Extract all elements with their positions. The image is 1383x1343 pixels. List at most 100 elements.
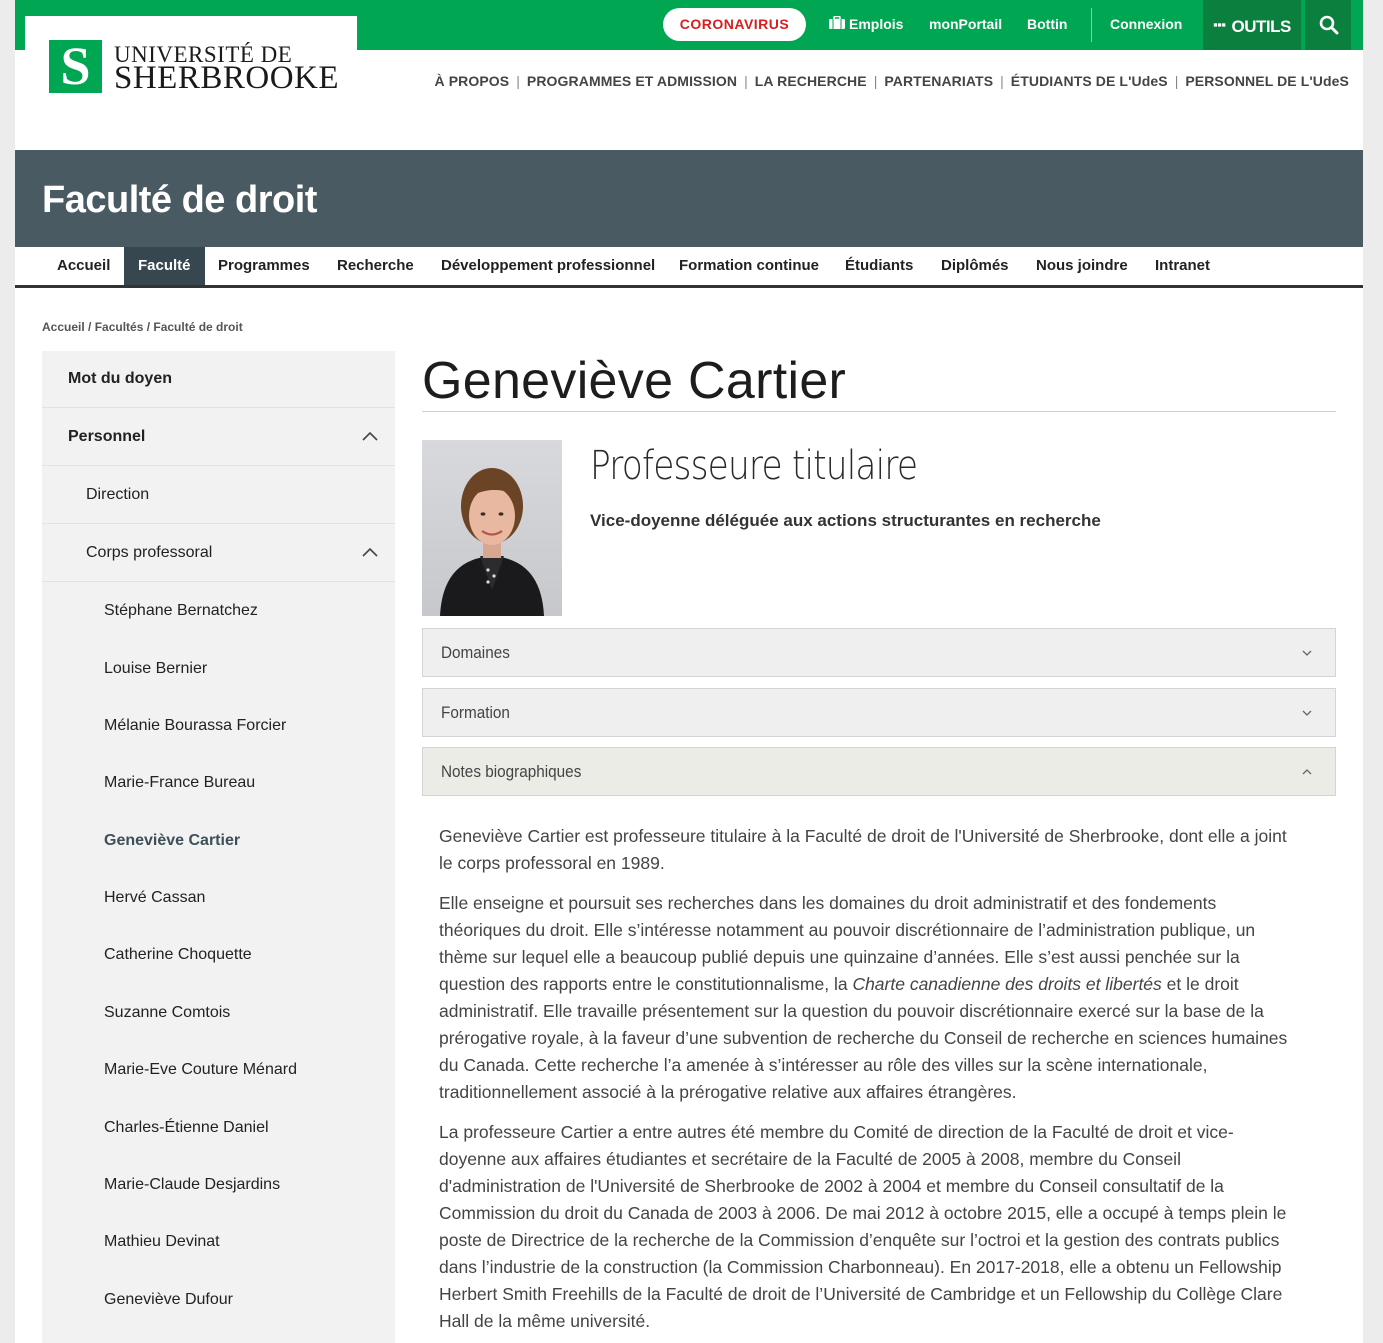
- biography-text: Geneviève Cartier est professeure titula…: [439, 823, 1299, 1343]
- sidebar-item-label: Louise Bernier: [104, 660, 208, 677]
- faculty-nav-accueil[interactable]: Accueil: [43, 247, 124, 285]
- nav-separator: |: [1000, 73, 1004, 89]
- sidebar-item-label: Suzanne Comtois: [104, 1004, 231, 1021]
- accordion-formation[interactable]: Formation: [422, 688, 1336, 737]
- charter-title: Charte canadienne des droits et libertés: [852, 974, 1162, 994]
- sidebar-item-personnel[interactable]: Personnel: [42, 409, 395, 466]
- faculty-nav-formation-continue[interactable]: Formation continue: [665, 247, 833, 285]
- sidebar-item-label: Charles-Étienne Daniel: [104, 1119, 269, 1136]
- sidebar-item-mot-du-doyen[interactable]: Mot du doyen: [42, 351, 395, 408]
- page-title: Geneviève Cartier: [422, 352, 847, 410]
- profile-role: Professeure titulaire: [590, 443, 918, 489]
- sidebar-item-label: Mathieu Devinat: [104, 1233, 220, 1250]
- faculty-nav-intranet[interactable]: Intranet: [1141, 247, 1224, 285]
- sidebar-item-professor[interactable]: Marie-France Bureau: [42, 755, 395, 812]
- sidebar-item-label: Direction: [86, 486, 150, 503]
- sidebar-item-label: Catherine Choquette: [104, 946, 252, 963]
- page: CORONAVIRUS Emplois monPortail Bottin Co…: [15, 0, 1363, 1343]
- breadcrumb[interactable]: Accueil / Facultés / Faculté de droit: [42, 320, 243, 334]
- university-logo[interactable]: S UNIVERSITÉ DE SHERBROOKE: [25, 16, 357, 112]
- sidebar-item-label: Personnel: [68, 428, 146, 445]
- faculty-nav-recherche[interactable]: Recherche: [323, 247, 428, 285]
- sidebar-item-professor[interactable]: Hervé Cassan: [42, 870, 395, 927]
- sidebar-item-label: Mélanie Bourassa Forcier: [104, 717, 287, 734]
- sidebar-item-professor-active[interactable]: Geneviève Cartier: [42, 813, 395, 870]
- faculty-nav-developpement[interactable]: Développement professionnel: [427, 247, 669, 285]
- divider: [1091, 8, 1092, 42]
- faculty-nav: Accueil Faculté Programmes Recherche Dév…: [15, 247, 1363, 288]
- portrait-illustration: [440, 468, 544, 616]
- sidebar-item-label: Corps professoral: [86, 544, 213, 561]
- sidebar: Mot du doyen Personnel Direction Corps p…: [42, 351, 395, 1343]
- accordion-label: Domaines: [441, 643, 510, 662]
- sidebar-item-professor[interactable]: Catherine Choquette: [42, 927, 395, 984]
- sidebar-item-corps-professoral[interactable]: Corps professoral: [42, 525, 395, 582]
- sidebar-item-professor[interactable]: Stéphane Bernatchez: [42, 583, 395, 640]
- chevron-up-icon[interactable]: [362, 545, 378, 561]
- faculty-banner: Faculté de droit: [15, 150, 1363, 247]
- sidebar-item-label: Stéphane Bernatchez: [104, 602, 258, 619]
- briefcase-icon: [829, 15, 845, 29]
- sidebar-item-professor[interactable]: Marie-Eve Couture Ménard: [42, 1042, 395, 1099]
- bio-paragraph: Geneviève Cartier est professeure titula…: [439, 826, 1287, 873]
- sidebar-item-professor[interactable]: Mélanie Bourassa Forcier: [42, 698, 395, 755]
- search-icon: [1319, 15, 1339, 35]
- chevron-up-icon: [1302, 769, 1312, 775]
- coronavirus-button[interactable]: CORONAVIRUS: [663, 8, 806, 41]
- main-nav-apropos[interactable]: À PROPOS: [435, 73, 510, 89]
- faculty-nav-faculte[interactable]: Faculté: [124, 247, 205, 285]
- chevron-up-icon[interactable]: [362, 429, 378, 445]
- dots-icon: ▪▪▪: [1213, 17, 1226, 32]
- sidebar-item-label: Hervé Cassan: [104, 889, 206, 906]
- main-nav-recherche[interactable]: LA RECHERCHE: [755, 73, 867, 89]
- sidebar-item-professor[interactable]: Mathieu Devinat: [42, 1214, 395, 1271]
- faculty-nav-nous-joindre[interactable]: Nous joindre: [1022, 247, 1142, 285]
- outils-button[interactable]: ▪▪▪ OUTILS: [1203, 0, 1301, 50]
- nav-separator: |: [873, 73, 878, 89]
- search-button[interactable]: [1305, 0, 1351, 50]
- sidebar-item-label: Marie-France Bureau: [104, 774, 256, 791]
- bio-paragraph: La professeure Cartier a entre autres ét…: [439, 1122, 1287, 1331]
- monportail-link[interactable]: monPortail: [929, 16, 1002, 32]
- nav-separator: |: [516, 73, 520, 89]
- sidebar-item-label: Geneviève Dufour: [104, 1291, 233, 1308]
- faculty-nav-etudiants[interactable]: Étudiants: [831, 247, 927, 285]
- profile-subrole: Vice-doyenne déléguée aux actions struct…: [590, 511, 1101, 530]
- nav-separator: |: [1174, 73, 1179, 89]
- logo-mark: S: [49, 39, 102, 93]
- sidebar-item-professor[interactable]: Suzanne Comtois: [42, 985, 395, 1042]
- chevron-down-icon: [1302, 710, 1312, 716]
- sidebar-item-label: Marie-Eve Couture Ménard: [104, 1061, 297, 1078]
- accordion-domaines[interactable]: Domaines: [422, 628, 1336, 677]
- sidebar-item-professor[interactable]: Marie-Claude Desjardins: [42, 1157, 395, 1214]
- bottin-link[interactable]: Bottin: [1027, 16, 1067, 32]
- sidebar-item-direction[interactable]: Direction: [42, 467, 395, 524]
- sidebar-item-label: Marie-Claude Desjardins: [104, 1176, 281, 1193]
- connexion-link[interactable]: Connexion: [1110, 16, 1182, 32]
- main-nav-programmes[interactable]: PROGRAMMES ET ADMISSION: [527, 73, 737, 89]
- faculty-title[interactable]: Faculté de droit: [42, 179, 317, 222]
- outils-label: OUTILS: [1231, 17, 1291, 36]
- sidebar-item-label: Geneviève Cartier: [104, 832, 241, 849]
- accordion-label: Formation: [441, 703, 510, 722]
- main-nav-partenariats[interactable]: PARTENARIATS: [884, 73, 993, 89]
- emplois-label: Emplois: [849, 16, 904, 32]
- sidebar-item-professor[interactable]: Geneviève Dufour: [42, 1272, 395, 1329]
- profile-photo: [422, 440, 562, 616]
- emplois-link[interactable]: Emplois: [828, 15, 904, 32]
- accordion-label: Notes biographiques: [441, 762, 582, 781]
- main-nav-personnel[interactable]: PERSONNEL DE L'UdeS: [1185, 73, 1349, 89]
- logo-text-line2: SHERBROOKE: [114, 60, 340, 96]
- divider: [422, 411, 1336, 412]
- sidebar-item-professor[interactable]: Charles-Étienne Daniel: [42, 1100, 395, 1157]
- faculty-nav-diplomes[interactable]: Diplômés: [927, 247, 1023, 285]
- faculty-nav-programmes[interactable]: Programmes: [204, 247, 324, 285]
- chevron-down-icon: [1302, 650, 1312, 656]
- accordion-notes-biographiques[interactable]: Notes biographiques: [422, 747, 1336, 796]
- main-nav: À PROPOS | PROGRAMMES ET ADMISSION | LA RECH…: [435, 73, 1349, 89]
- bio-paragraph: Elle enseigne et poursuit ses recherches…: [439, 890, 1299, 1106]
- sidebar-item-label: Mot du doyen: [68, 370, 172, 387]
- main-nav-etudiants[interactable]: ÉTUDIANTS DE L'UdeS: [1011, 73, 1168, 89]
- sidebar-item-professor[interactable]: Louise Bernier: [42, 641, 395, 698]
- nav-separator: |: [744, 73, 748, 89]
